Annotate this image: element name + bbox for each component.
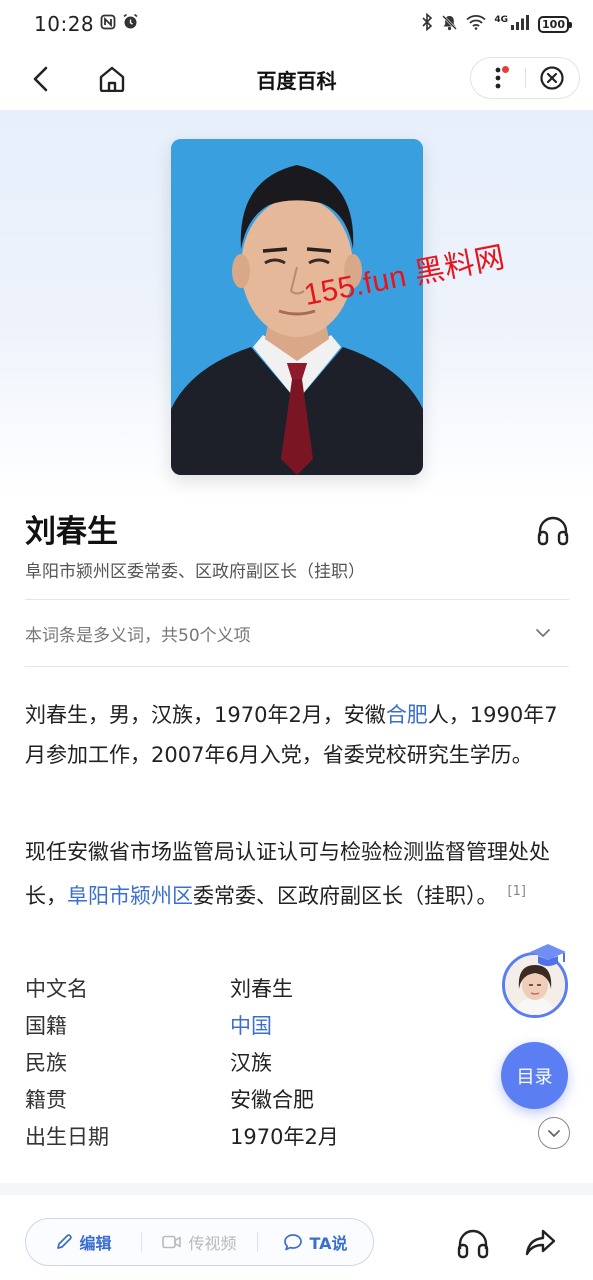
divider-top bbox=[25, 599, 569, 600]
mini-program-capsule bbox=[470, 57, 580, 99]
close-button[interactable] bbox=[525, 58, 579, 98]
edit-label: 编辑 bbox=[79, 1234, 112, 1253]
nav-bar: 百度百科 bbox=[0, 48, 593, 110]
share-icon bbox=[525, 1229, 556, 1256]
info-label: 中文名 bbox=[25, 976, 88, 1001]
back-icon bbox=[33, 66, 48, 92]
info-row: 出生日期 1970年2月 bbox=[25, 1117, 485, 1154]
edit-button[interactable]: 编辑 bbox=[26, 1219, 141, 1265]
signal-icon bbox=[510, 14, 530, 34]
info-row: 中文名 刘春生 bbox=[25, 969, 485, 1006]
bluetooth-icon bbox=[421, 12, 433, 35]
notification-dot bbox=[501, 66, 509, 73]
section-separator bbox=[0, 1183, 593, 1195]
portrait-photo[interactable] bbox=[171, 139, 423, 475]
home-button[interactable] bbox=[94, 62, 130, 96]
status-right: 4G 100 bbox=[421, 12, 572, 35]
polysemy-note: 本词条是多义词，共50个义项 bbox=[25, 625, 251, 646]
info-value: 1970年2月 bbox=[230, 1124, 339, 1149]
info-value: 汉族 bbox=[230, 1050, 272, 1075]
info-label: 籍贯 bbox=[25, 1087, 67, 1112]
expand-info-button[interactable] bbox=[538, 1117, 570, 1149]
status-time: 10:28 bbox=[34, 12, 95, 36]
divider-bottom bbox=[25, 666, 569, 667]
ta-say-button[interactable]: TA说 bbox=[258, 1219, 373, 1265]
close-circle-icon bbox=[540, 66, 564, 90]
bottom-toolbar: 编辑 传视频 TA说 bbox=[0, 1195, 593, 1280]
entry-subtitle: 阜阳市颍州区委常委、区政府副区长（挂职） bbox=[25, 562, 365, 582]
video-icon bbox=[162, 1235, 182, 1249]
p1-text-before: 刘春生，男，汉族，1970年2月，安徽 bbox=[25, 703, 386, 727]
link-hefei[interactable]: 合肥 bbox=[386, 703, 428, 727]
battery-icon: 100 bbox=[538, 15, 572, 33]
link-yingzhou[interactable]: 阜阳市颍州区 bbox=[67, 884, 193, 908]
portrait-illustration bbox=[171, 139, 423, 475]
graduation-cap-icon bbox=[528, 942, 568, 970]
alarm-icon bbox=[122, 13, 139, 35]
ta-say-label: TA说 bbox=[309, 1234, 348, 1253]
listen-button[interactable] bbox=[536, 514, 570, 546]
polysemy-row[interactable]: 本词条是多义词，共50个义项 bbox=[25, 601, 569, 665]
headphones-icon bbox=[537, 516, 569, 546]
back-button[interactable] bbox=[24, 62, 56, 96]
info-label: 出生日期 bbox=[25, 1124, 109, 1149]
info-label: 国籍 bbox=[25, 1013, 67, 1038]
summary-paragraph-2: 现任安徽省市场监管局认证认可与检验检测监督管理处处长，阜阳市颍州区委常委、区政府… bbox=[25, 832, 565, 916]
citation-ref[interactable]: [1] bbox=[508, 884, 526, 899]
entry-name: 刘春生 bbox=[25, 514, 118, 550]
status-bar: 10:28 4G 100 bbox=[0, 0, 593, 48]
toc-button[interactable]: 目录 bbox=[501, 1042, 568, 1109]
more-icon bbox=[495, 67, 501, 89]
share-button[interactable] bbox=[524, 1227, 558, 1259]
info-value-link[interactable]: 中国 bbox=[230, 1010, 272, 1040]
info-row: 籍贯 安徽合肥 bbox=[25, 1080, 485, 1117]
chevron-down-icon bbox=[536, 629, 550, 637]
summary-paragraph-1: 刘春生，男，汉族，1970年2月，安徽合肥人，1990年7月参加工作，2007年… bbox=[25, 695, 565, 775]
status-left: 10:28 bbox=[34, 12, 139, 36]
mute-icon bbox=[441, 14, 458, 35]
wifi-icon bbox=[466, 14, 486, 34]
info-row: 民族 汉族 bbox=[25, 1043, 485, 1080]
chat-bubble-icon bbox=[284, 1234, 303, 1251]
info-row: 国籍 中国 bbox=[25, 1006, 485, 1043]
info-label: 民族 bbox=[25, 1050, 67, 1075]
network-type: 4G bbox=[494, 15, 509, 25]
video-label: 传视频 bbox=[188, 1234, 237, 1253]
home-icon bbox=[99, 66, 125, 92]
nfc-icon bbox=[100, 13, 116, 35]
headphones-icon bbox=[457, 1229, 489, 1259]
p2-text-after: 委常委、区政府副区长（挂职）。 bbox=[193, 884, 498, 908]
pencil-icon bbox=[57, 1234, 73, 1249]
bottom-listen-button[interactable] bbox=[456, 1227, 490, 1259]
battery-level: 100 bbox=[542, 17, 565, 31]
more-button[interactable] bbox=[471, 58, 525, 98]
info-table: 中文名 刘春生 国籍 中国 民族 汉族 籍贯 安徽合肥 出生日期 1970年2月 bbox=[25, 969, 485, 1154]
action-pill: 编辑 传视频 TA说 bbox=[25, 1218, 374, 1266]
chevron-down-icon bbox=[548, 1130, 560, 1137]
info-value: 刘春生 bbox=[230, 976, 293, 1001]
info-value: 安徽合肥 bbox=[230, 1087, 314, 1112]
upload-video-button[interactable]: 传视频 bbox=[142, 1219, 257, 1265]
